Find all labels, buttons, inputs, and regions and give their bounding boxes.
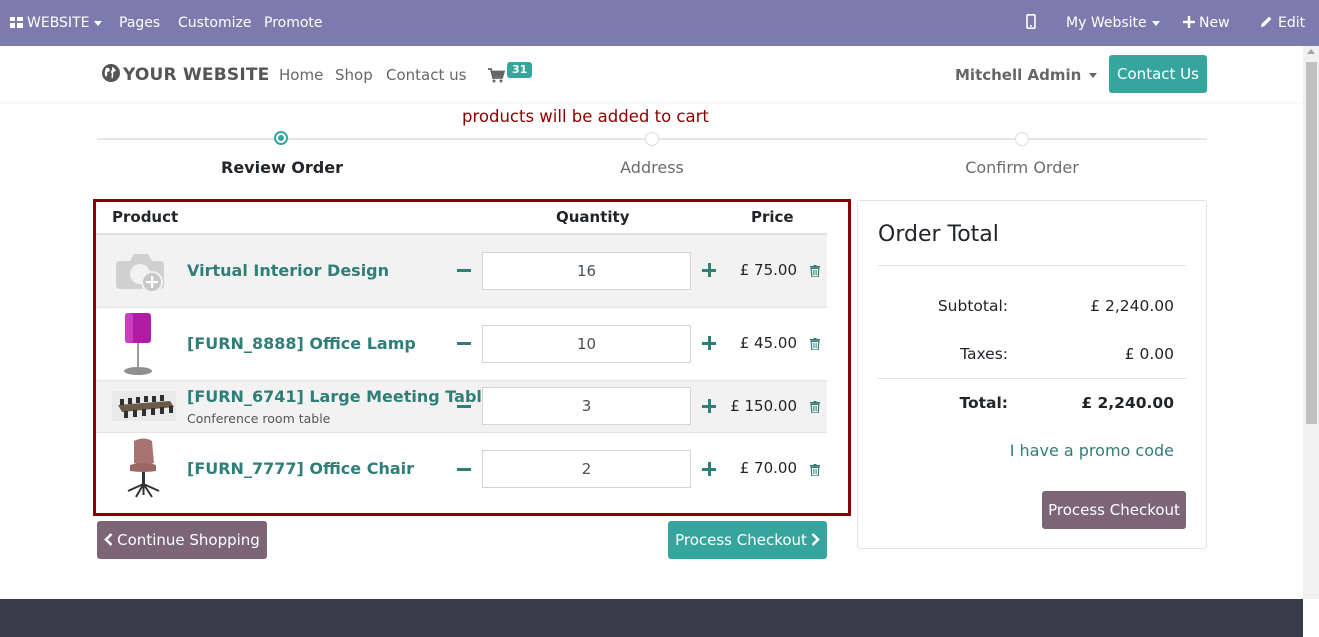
nav-home[interactable]: Home <box>279 66 323 84</box>
chevron-right-icon <box>811 533 820 546</box>
total-label: Total: <box>959 394 1008 412</box>
menu-pages[interactable]: Pages <box>119 0 160 46</box>
order-total-title: Order Total <box>878 222 999 247</box>
globe-icon <box>102 64 120 82</box>
cart-count-badge: 31 <box>507 62 533 78</box>
nav-shop[interactable]: Shop <box>335 66 373 84</box>
website-menu-label: WEBSITE <box>27 15 90 31</box>
step-dot-confirm-order <box>1015 132 1029 146</box>
menu-promote[interactable]: Promote <box>264 0 323 46</box>
edit-label: Edit <box>1278 15 1306 31</box>
website-menu[interactable]: WEBSITE <box>10 0 103 46</box>
apps-grid-icon <box>10 17 23 28</box>
continue-shopping-button[interactable]: Continue Shopping <box>97 521 267 559</box>
continue-shopping-label: Continue Shopping <box>117 531 260 549</box>
caret-down-icon <box>94 20 103 26</box>
scroll-up-arrow-icon[interactable] <box>1307 49 1315 54</box>
new-button[interactable]: New <box>1183 0 1230 46</box>
contact-us-button[interactable]: Contact Us <box>1109 55 1207 93</box>
nav-contact-us[interactable]: Contact us <box>386 66 466 84</box>
divider <box>878 378 1186 379</box>
edit-button[interactable]: Edit <box>1260 0 1305 46</box>
taxes-value: £ 0.00 <box>1124 345 1174 363</box>
new-label: New <box>1199 15 1230 31</box>
annotation-text: products will be added to cart <box>462 107 709 126</box>
process-checkout-label: Process Checkout <box>675 531 807 549</box>
step-dot-address <box>645 132 659 146</box>
shopping-cart-icon <box>488 68 506 83</box>
caret-down-icon <box>1151 20 1160 26</box>
chevron-left-icon <box>104 533 113 546</box>
my-website-label: My Website <box>1066 15 1147 31</box>
step-label-confirm-order: Confirm Order <box>965 158 1079 177</box>
user-menu[interactable]: Mitchell Admin <box>955 66 1098 84</box>
promo-code-link[interactable]: I have a promo code <box>1010 441 1174 460</box>
logo-text: YOUR WEBSITE <box>123 65 270 85</box>
cart-highlight-box <box>93 199 851 516</box>
caret-down-icon <box>1089 73 1098 78</box>
pencil-icon <box>1261 16 1272 27</box>
plus-icon <box>1183 16 1195 28</box>
cart-link[interactable] <box>488 68 506 87</box>
subtotal-value: £ 2,240.00 <box>1090 297 1174 315</box>
scrollbar-thumb[interactable] <box>1306 62 1317 424</box>
mobile-phone-icon <box>1026 14 1036 29</box>
mobile-preview-button[interactable] <box>1026 0 1036 46</box>
sidebar-process-checkout-button[interactable]: Process Checkout <box>1042 491 1186 529</box>
step-label-address: Address <box>620 158 684 177</box>
user-name: Mitchell Admin <box>955 66 1082 84</box>
admin-bar: WEBSITE Pages Customize Promote My Websi… <box>0 0 1319 46</box>
divider <box>878 265 1186 266</box>
total-value: £ 2,240.00 <box>1081 394 1174 412</box>
subtotal-label: Subtotal: <box>937 297 1008 315</box>
step-label-review-order: Review Order <box>221 158 343 177</box>
taxes-label: Taxes: <box>960 345 1008 363</box>
my-website-menu[interactable]: My Website <box>1066 0 1160 46</box>
process-checkout-button[interactable]: Process Checkout <box>668 521 827 559</box>
menu-customize[interactable]: Customize <box>178 0 252 46</box>
order-total-card: Order Total Subtotal: £ 2,240.00 Taxes: … <box>857 200 1207 549</box>
site-logo[interactable]: YOUR WEBSITE <box>101 63 269 85</box>
step-dot-review-order <box>274 131 288 145</box>
site-header: YOUR WEBSITE Home Shop Contact us 31 Mit… <box>0 46 1303 102</box>
page-footer <box>0 599 1303 637</box>
